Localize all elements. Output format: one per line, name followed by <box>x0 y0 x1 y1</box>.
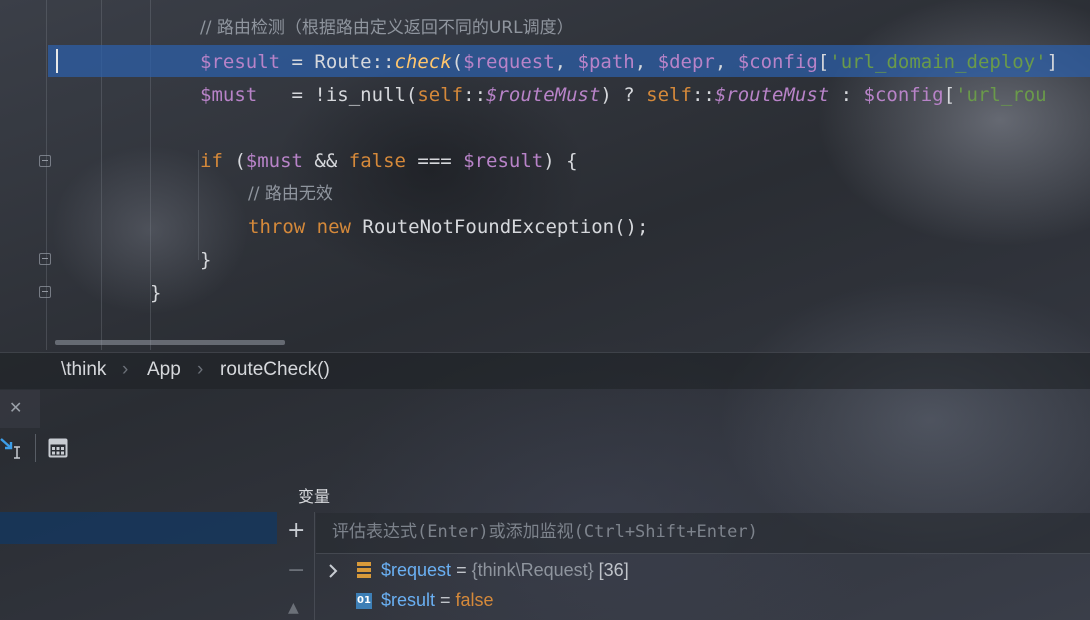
token-text: , <box>634 51 658 73</box>
token-text: = !is_null( <box>257 84 418 106</box>
variable-equals: = <box>435 590 456 610</box>
token-text: ) ? <box>600 84 647 106</box>
token-text: :: <box>691 84 715 106</box>
token-variable: $path <box>577 51 635 73</box>
move-up-icon[interactable]: ▲ <box>288 600 299 616</box>
variable-value: [36] <box>593 560 629 580</box>
variable-name: $request <box>381 560 452 580</box>
text-caret <box>56 49 58 73</box>
token-variable: $must <box>245 150 303 172</box>
token-variable: $must <box>200 84 258 106</box>
token-text: && <box>302 150 349 172</box>
code-editor[interactable]: // 路由检测（根据路由定义返回不同的URL调度） $result = Rout… <box>0 0 1090 350</box>
evaluate-expression-input[interactable] <box>330 521 1080 543</box>
token-method: check <box>394 51 452 73</box>
variable-type: {think\Request} <box>471 560 594 580</box>
remove-watch-button[interactable]: − <box>287 558 305 583</box>
fold-marker-icon[interactable] <box>39 155 51 167</box>
token-text: ) { <box>543 150 578 172</box>
code-brace: } <box>200 249 212 271</box>
add-watch-button[interactable]: + <box>287 518 305 543</box>
token-text: :: <box>463 84 487 106</box>
token-text: [ <box>943 84 956 106</box>
token-static-property: $routeMust <box>486 84 601 106</box>
token-text: [ <box>817 51 830 73</box>
token-variable: $config <box>737 51 818 73</box>
code-line-must: $must = !is_null(self::$routeMust) ? sel… <box>200 83 1047 107</box>
variable-name: $result <box>381 590 436 610</box>
token-variable: $result <box>200 51 281 73</box>
token-variable: $request <box>463 51 555 73</box>
token-variable: $config <box>863 84 944 106</box>
code-line-if: if ($must && false === $result) { <box>200 149 578 173</box>
fold-marker-icon[interactable] <box>39 253 51 265</box>
selected-frame-row[interactable] <box>0 512 277 544</box>
horizontal-scrollbar[interactable] <box>55 340 285 345</box>
close-icon[interactable]: ✕ <box>9 398 22 417</box>
breadcrumb-item-namespace[interactable]: \think <box>61 359 106 381</box>
indent-guide <box>198 150 199 260</box>
fold-marker-icon[interactable] <box>39 286 51 298</box>
breadcrumb-separator-icon: › <box>197 359 204 380</box>
breadcrumb-item-method[interactable]: routeCheck() <box>220 359 330 381</box>
object-icon <box>356 561 372 584</box>
code-comment: // 路由检测（根据路由定义返回不同的URL调度） <box>200 18 574 38</box>
breadcrumb-item-class[interactable]: App <box>147 359 181 381</box>
token-text: , <box>554 51 578 73</box>
token-text: === <box>405 150 464 172</box>
token-static-property: $routeMust <box>714 84 830 106</box>
variable-value: false <box>455 590 494 610</box>
code-comment: // 路由无效 <box>248 184 333 204</box>
token-text: , <box>714 51 738 73</box>
code-line-throw: throw new RouteNotFoundException(); <box>248 215 648 239</box>
variable-entry: $request = {think\Request} [36] <box>381 560 629 581</box>
code-brace: } <box>150 282 162 304</box>
toolbar-separator <box>35 434 36 462</box>
token-string: 'url_rou <box>955 84 1047 106</box>
variable-row-request[interactable]: $request = {think\Request} [36] <box>316 557 1090 585</box>
code-line-result: $result = Route::check($request, $path, … <box>200 50 1058 74</box>
token-keyword: self <box>417 84 464 106</box>
evaluate-expression-field[interactable] <box>316 513 1090 554</box>
token-keyword: false <box>348 150 406 172</box>
token-keyword: if <box>200 150 223 172</box>
token-variable: $result <box>463 150 544 172</box>
token-string: 'url_domain_deploy' <box>829 51 1047 73</box>
token-text: ( <box>451 51 464 73</box>
token-text: RouteNotFoundException(); <box>350 216 649 238</box>
step-into-cursor-icon[interactable] <box>0 437 22 465</box>
variables-toolbar-divider <box>314 512 315 620</box>
token-text: ( <box>222 150 246 172</box>
breadcrumb-separator-icon: › <box>122 359 129 380</box>
token-keyword: throw <box>248 216 306 238</box>
token-text: = Route:: <box>280 51 395 73</box>
token-keyword: new <box>316 216 351 238</box>
chevron-right-icon[interactable] <box>328 563 338 584</box>
evaluate-expression-icon[interactable] <box>48 437 68 463</box>
variable-equals: = <box>451 560 472 580</box>
variables-panel-title: 变量 <box>298 489 331 506</box>
token-text: ] <box>1046 51 1059 73</box>
breadcrumb: \think › App › routeCheck() <box>0 352 1090 389</box>
variable-entry: $result = false <box>381 590 494 611</box>
boolean-icon: 01 <box>356 593 372 609</box>
token-keyword: self <box>646 84 692 106</box>
token-variable: $depr <box>657 51 715 73</box>
variable-row-result[interactable]: 01 $result = false <box>316 587 1090 615</box>
token-text: : <box>829 84 864 106</box>
